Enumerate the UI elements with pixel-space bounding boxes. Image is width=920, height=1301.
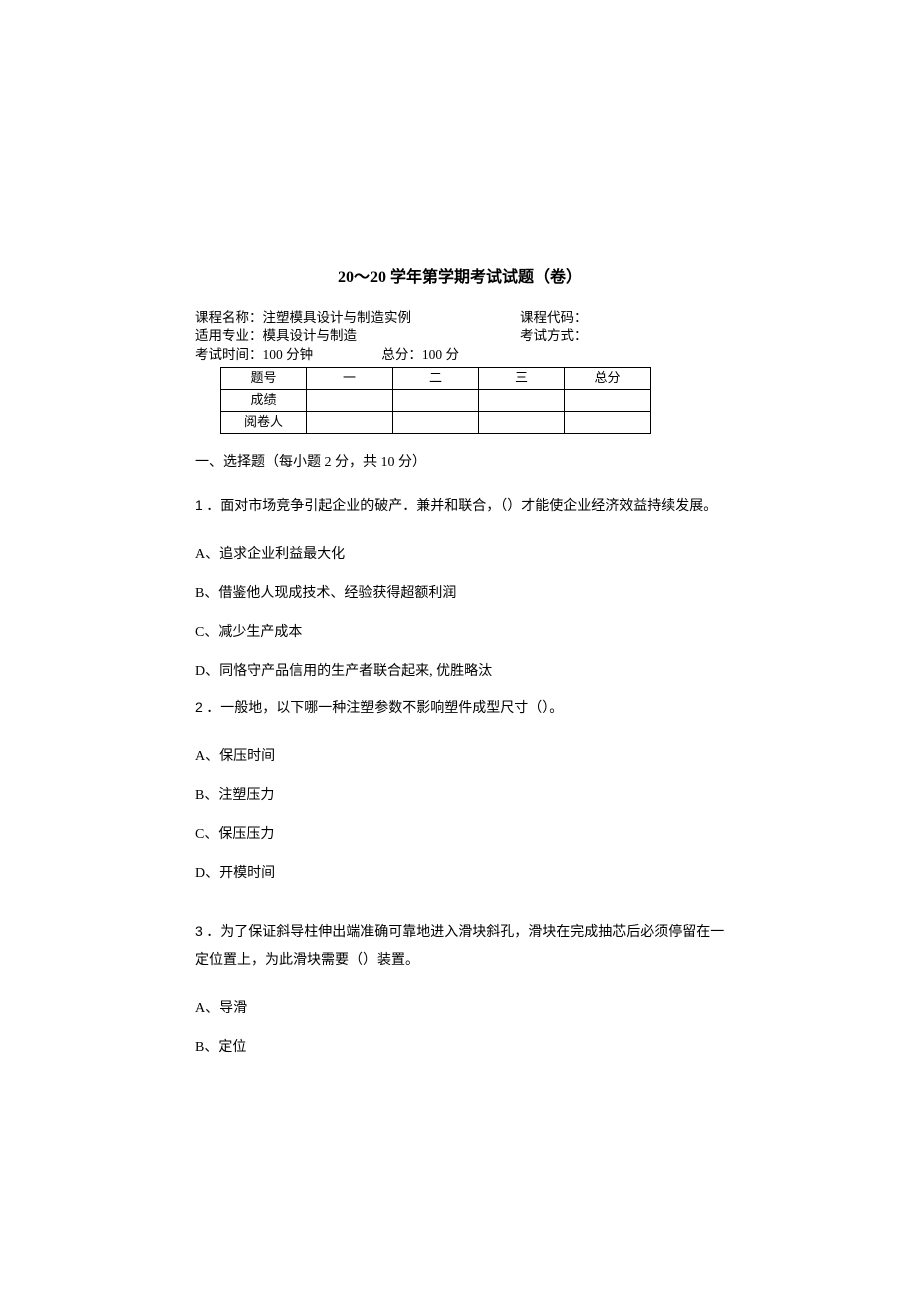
question-2-options: A、保压时间 B、注塑压力 C、保压压力 D、开模时间 xyxy=(195,739,725,891)
score-cell xyxy=(307,390,393,412)
total-value: 100 分 xyxy=(422,347,459,362)
question-stem: ．为了保证斜导柱伸出端准确可靠地进入滑块斜孔，滑块在完成抽芯后必须停留在一定位置… xyxy=(195,925,724,968)
option: A、追求企业利益最大化 xyxy=(195,537,725,572)
question-number: 2 xyxy=(195,699,203,715)
score-cell xyxy=(479,412,565,434)
question-stem: ．面对市场竞争引起企业的破产．兼并和联合，（）才能使企业经济效益持续发展。 xyxy=(203,499,718,514)
score-cell xyxy=(393,412,479,434)
major-label: 适用专业： xyxy=(195,328,263,343)
time-label: 考试时间： xyxy=(195,347,263,362)
total-label: 总分： xyxy=(381,347,422,362)
score-col-2: 二 xyxy=(393,368,479,390)
score-cell xyxy=(479,390,565,412)
course-code-label: 课程代码： xyxy=(520,309,725,328)
question-3-options: A、导滑 B、定位 xyxy=(195,991,725,1065)
score-col-total: 总分 xyxy=(565,368,651,390)
score-col-3: 三 xyxy=(479,368,565,390)
question-number: 1 xyxy=(195,497,203,513)
exam-title: 20～20 学年第学期考试试题（卷） xyxy=(195,265,725,291)
section-header: 一、选择题（每小题 2 分，共 10 分） xyxy=(195,452,725,474)
score-col-1: 一 xyxy=(307,368,393,390)
question-1-options: A、追求企业利益最大化 B、借鉴他人现成技术、经验获得超额利润 C、减少生产成本… xyxy=(195,537,725,689)
question-1: 1 ．面对市场竞争引起企业的破产．兼并和联合，（）才能使企业经济效益持续发展。 xyxy=(195,491,725,521)
score-cell xyxy=(393,390,479,412)
score-row-label: 成绩 xyxy=(221,390,307,412)
score-row-label: 阅卷人 xyxy=(221,412,307,434)
option: B、注塑压力 xyxy=(195,778,725,813)
time-value: 100 分钟 xyxy=(263,347,314,362)
option: C、减少生产成本 xyxy=(195,615,725,650)
question-number: 3 xyxy=(195,923,203,939)
meta-block: 课程名称：注塑模具设计与制造实例 课程代码： 适用专业：模具设计与制造 考试方式… xyxy=(195,309,725,366)
score-table: 题号 一 二 三 总分 成绩 阅卷人 xyxy=(220,367,651,434)
option: A、保压时间 xyxy=(195,739,725,774)
score-cell xyxy=(307,412,393,434)
score-cell xyxy=(565,412,651,434)
option: A、导滑 xyxy=(195,991,725,1026)
option: B、定位 xyxy=(195,1030,725,1065)
question-3: 3 ．为了保证斜导柱伸出端准确可靠地进入滑块斜孔，滑块在完成抽芯后必须停留在一定… xyxy=(195,917,725,975)
major-value: 模具设计与制造 xyxy=(263,328,358,343)
option: C、保压压力 xyxy=(195,817,725,852)
course-name-label: 课程名称： xyxy=(195,310,263,325)
course-name-value: 注塑模具设计与制造实例 xyxy=(263,310,412,325)
score-row-label: 题号 xyxy=(221,368,307,390)
exam-mode-label: 考试方式： xyxy=(520,327,725,346)
option: D、同恪守产品信用的生产者联合起来, 优胜略汰 xyxy=(195,654,725,689)
option: B、借鉴他人现成技术、经验获得超额利润 xyxy=(195,576,725,611)
question-2: 2 ．一般地，以下哪一种注塑参数不影响塑件成型尺寸（）。 xyxy=(195,693,725,723)
option: D、开模时间 xyxy=(195,856,725,891)
question-stem: ．一般地，以下哪一种注塑参数不影响塑件成型尺寸（）。 xyxy=(203,701,564,716)
score-cell xyxy=(565,390,651,412)
